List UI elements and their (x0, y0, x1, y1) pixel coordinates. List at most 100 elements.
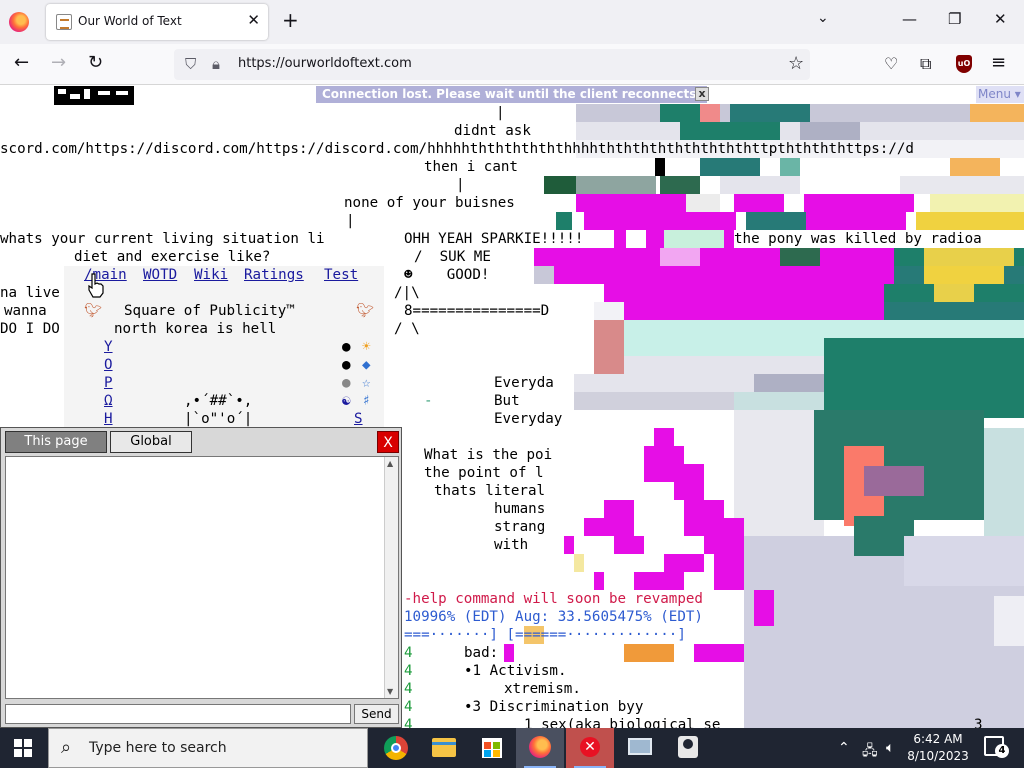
reload-icon[interactable]: ↻ (88, 52, 103, 73)
scroll-down-icon[interactable]: ▼ (387, 687, 393, 696)
chat-messages[interactable]: ▲ ▼ (5, 456, 399, 699)
text-fragment: none of your buisnes (344, 195, 515, 211)
lock-icon[interactable]: 🔒︎ (212, 55, 220, 73)
clock[interactable]: 6:42 AM 8/10/2023 (906, 731, 970, 765)
tab-title: Our World of Text (78, 14, 182, 28)
chat-tab-global[interactable]: Global (110, 431, 192, 453)
windows-start-icon[interactable] (14, 739, 32, 757)
banner-close-button[interactable]: x (695, 87, 709, 101)
list-all-tabs-icon[interactable]: ⌄ (817, 10, 829, 26)
text-fragment: 8===============D (404, 303, 550, 319)
hamburger-menu-icon[interactable]: ≡ (991, 52, 1006, 73)
scroll-up-icon[interactable]: ▲ (387, 459, 393, 468)
text-fragment: | (496, 105, 505, 121)
text-fragment: 4 (404, 717, 413, 728)
text-fragment: -help command will soon be revamped (404, 590, 703, 608)
clock-date: 8/10/2023 (907, 749, 969, 763)
ublock-origin-icon[interactable]: uO (956, 55, 972, 73)
connection-lost-banner: Connection lost. Please wait until the c… (316, 86, 707, 103)
link-test[interactable]: Test (324, 266, 358, 284)
bullet-icon: ● (342, 339, 351, 355)
bird-icon: 🐦︎ (84, 303, 103, 319)
chat-tab-this-page[interactable]: This page (5, 431, 107, 453)
close-app-icon[interactable]: ✕ (566, 728, 614, 768)
address-bar[interactable]: ⛉ 🔒︎ https://ourworldoftext.com ☆ (174, 49, 810, 80)
text-fragment: - (424, 393, 433, 409)
text-fragment: Everyday (494, 411, 563, 427)
ascii-art: |`o"'o´| (184, 411, 253, 427)
people-icon[interactable] (664, 728, 712, 768)
pocket-icon[interactable]: ♡ (884, 54, 898, 73)
search-placeholder: Type here to search (89, 740, 227, 756)
tracking-shield-icon[interactable]: ⛉ (185, 55, 196, 73)
publicity-title: Square of Publicity™ (124, 303, 295, 319)
firefox-logo-icon[interactable] (9, 12, 29, 32)
taskbar-search[interactable]: ⌕ Type here to search (48, 728, 368, 768)
vertical-letter[interactable]: O (104, 356, 113, 374)
volume-icon[interactable]: 🔈︎ (886, 740, 894, 756)
file-explorer-icon[interactable] (420, 728, 468, 768)
chrome-icon[interactable] (372, 728, 420, 768)
firefox-taskbar-icon[interactable] (516, 728, 564, 768)
browser-tab-bar: Our World of Text ✕ + ⌄ — ❐ ✕ (0, 0, 1024, 44)
text-fragment: bad: (464, 645, 499, 661)
link-wotd[interactable]: WOTD (143, 266, 177, 284)
star-icon: ☆ (362, 375, 371, 391)
notification-count-badge: 4 (995, 744, 1009, 758)
browser-tab[interactable]: Our World of Text ✕ (46, 4, 268, 40)
vertical-letter[interactable]: S (354, 410, 363, 428)
chat-input[interactable] (5, 704, 351, 724)
bullet-icon: ● (342, 357, 351, 373)
vertical-letter[interactable]: P (104, 374, 113, 392)
text-fragment: didnt ask (454, 123, 531, 139)
text-fragment: humans (494, 501, 546, 517)
windows-taskbar: ⌕ Type here to search ✕ ⌃ 🖧︎ 🔈︎ 6:42 AM … (0, 728, 1024, 768)
forward-icon[interactable]: → (51, 52, 66, 73)
text-fragment: xtremism. (504, 681, 581, 697)
microsoft-store-icon[interactable] (468, 728, 516, 768)
menu-button[interactable]: Menu ▾ (976, 86, 1024, 103)
nav-links: /main WOTD Wiki Ratings Test (84, 266, 374, 284)
url-text[interactable]: https://ourworldoftext.com (238, 56, 412, 71)
window-close-icon[interactable]: ✕ (994, 10, 1007, 28)
bullet-icon: ● (342, 375, 351, 391)
text-fragment: na live (0, 285, 60, 301)
vertical-letter[interactable]: H (104, 410, 113, 428)
vertical-letter[interactable]: Ω (104, 392, 113, 410)
site-logo[interactable] (54, 86, 134, 105)
screen: Our World of Text ✕ + ⌄ — ❐ ✕ ← → ↻ ⛉ 🔒︎… (0, 0, 1024, 768)
text-fragment: 3 (974, 717, 983, 728)
network-icon[interactable]: 🖧︎ (862, 740, 878, 764)
text-world-canvas[interactable]: Connection lost. Please wait until the c… (0, 86, 1024, 728)
link-wiki[interactable]: Wiki (194, 266, 228, 284)
chat-close-button[interactable]: X (377, 431, 399, 453)
bookmark-star-icon[interactable]: ☆ (788, 53, 804, 74)
text-fragment: then i cant (424, 159, 518, 175)
text-fragment: •1 Activism. (464, 663, 567, 679)
restore-icon[interactable]: ❐ (948, 10, 961, 28)
new-tab-button[interactable]: + (282, 8, 299, 32)
text-fragment: / SUK ME (414, 249, 491, 265)
extensions-icon[interactable]: ⧉ (920, 54, 931, 74)
remote-desktop-icon[interactable] (616, 728, 664, 768)
diamond-icon: ◆ (362, 357, 371, 373)
chat-send-button[interactable]: Send (354, 704, 399, 724)
back-icon[interactable]: ← (14, 52, 29, 73)
text-fragment: diet and exercise like? (74, 249, 271, 265)
text-fragment: 1 sex(aka biological se (524, 717, 721, 728)
chat-scrollbar[interactable]: ▲ ▼ (384, 457, 398, 698)
bird-icon: 🐦︎ (356, 303, 375, 319)
tab-close-icon[interactable]: ✕ (247, 11, 260, 29)
browser-nav-bar: ← → ↻ ⛉ 🔒︎ https://ourworldoftext.com ☆ … (0, 44, 1024, 85)
show-hidden-icons-icon[interactable]: ⌃ (838, 740, 850, 756)
search-icon: ⌕ (61, 737, 72, 758)
text-fragment: /|\ (394, 285, 420, 301)
text-fragment: 4 (404, 645, 413, 661)
text-fragment: north korea is hell (114, 321, 277, 337)
minimize-icon[interactable]: — (902, 10, 917, 28)
link-ratings[interactable]: Ratings (244, 266, 304, 284)
text-fragment: the point of l (424, 465, 544, 481)
hand-cursor-icon (88, 273, 104, 298)
vertical-letter[interactable]: Y (104, 338, 113, 356)
text-fragment: thats literal (434, 483, 546, 499)
